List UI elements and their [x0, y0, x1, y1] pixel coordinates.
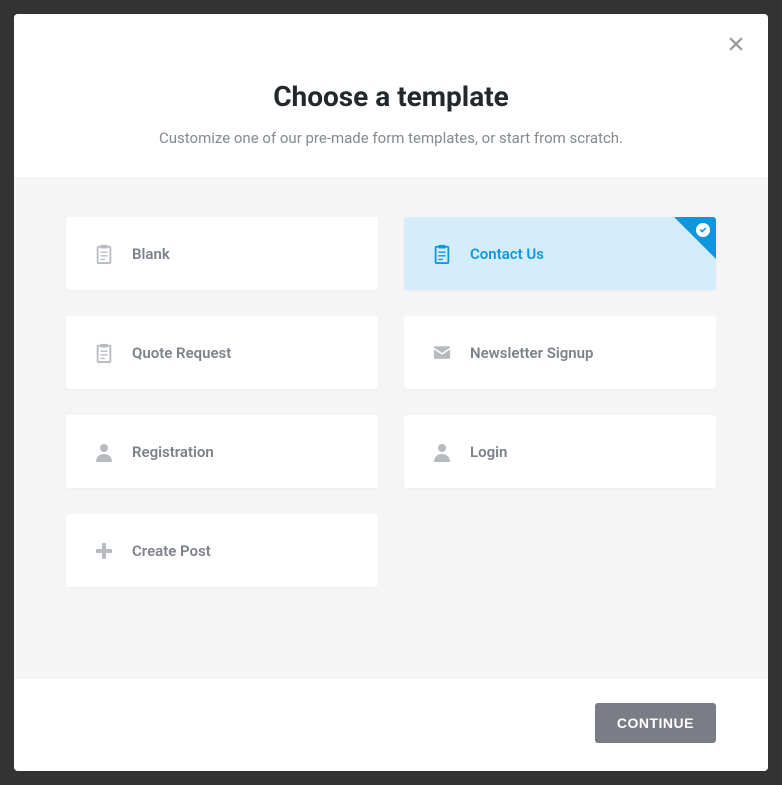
template-label: Quote Request: [132, 344, 231, 362]
template-label: Contact Us: [470, 245, 544, 263]
clipboard-icon: [432, 244, 452, 264]
template-label: Registration: [132, 443, 214, 461]
template-card-newsletter-signup[interactable]: Newsletter Signup: [404, 316, 716, 389]
modal-subtitle: Customize one of our pre-made form templ…: [54, 129, 728, 147]
continue-button[interactable]: CONTINUE: [595, 703, 716, 743]
mail-icon: [432, 343, 452, 363]
template-label: Create Post: [132, 542, 211, 560]
template-card-blank[interactable]: Blank: [66, 217, 378, 290]
plus-icon: [94, 541, 114, 561]
template-label: Newsletter Signup: [470, 344, 594, 362]
clipboard-icon: [94, 343, 114, 363]
template-modal: Choose a template Customize one of our p…: [14, 14, 768, 771]
close-icon: [729, 34, 743, 54]
template-card-quote-request[interactable]: Quote Request: [66, 316, 378, 389]
template-card-contact-us[interactable]: Contact Us: [404, 217, 716, 290]
template-grid: Blank Contact Us: [66, 217, 716, 587]
person-icon: [94, 442, 114, 462]
person-icon: [432, 442, 452, 462]
template-label: Login: [470, 443, 507, 461]
modal-body: Blank Contact Us: [14, 177, 768, 679]
selected-corner-badge: [674, 217, 716, 259]
close-button[interactable]: [724, 32, 748, 56]
template-card-registration[interactable]: Registration: [66, 415, 378, 488]
clipboard-icon: [94, 244, 114, 264]
template-card-login[interactable]: Login: [404, 415, 716, 488]
modal-header: Choose a template Customize one of our p…: [14, 14, 768, 177]
modal-footer: CONTINUE: [14, 679, 768, 771]
template-label: Blank: [132, 245, 170, 263]
modal-title: Choose a template: [54, 80, 728, 113]
checkmark-icon: [696, 223, 710, 237]
template-card-create-post[interactable]: Create Post: [66, 514, 378, 587]
